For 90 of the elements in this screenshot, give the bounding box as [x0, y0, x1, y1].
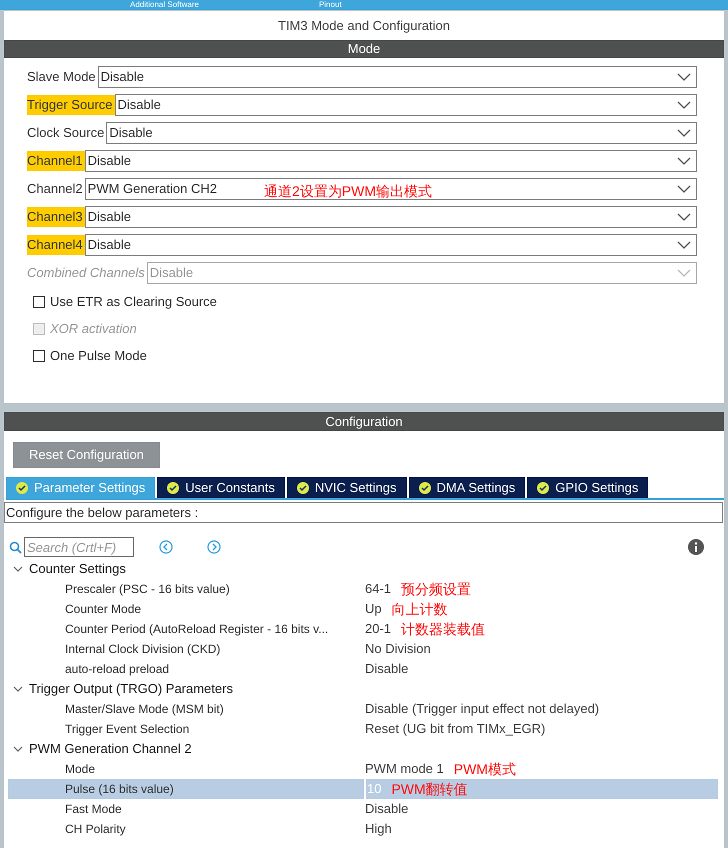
field-label: Channel3	[27, 207, 85, 227]
check-circle-icon	[167, 482, 180, 494]
checkbox-label: One Pulse Mode	[50, 346, 147, 365]
parameter-value: Disable	[364, 800, 408, 818]
parameter-row[interactable]: auto-reload preload Disable	[8, 659, 718, 679]
parameter-name: auto-reload preload	[64, 661, 170, 678]
chevron-down-icon	[677, 185, 691, 193]
chevron-down-icon	[13, 746, 23, 752]
field-label: Slave Mode	[27, 68, 97, 86]
dropdown[interactable]: Disable	[84, 234, 697, 256]
check-circle-icon	[296, 482, 309, 494]
dropdown[interactable]: Disable	[114, 94, 697, 116]
checkbox[interactable]	[33, 350, 45, 362]
parameter-value: 20-1	[364, 620, 392, 638]
search-icon	[9, 540, 22, 554]
section-header: Configuration	[4, 412, 724, 431]
parameter-value: Up	[364, 600, 382, 618]
annotation: 通道2设置为PWM输出模式	[264, 182, 432, 201]
parameter-name: Internal Clock Division (CKD)	[64, 641, 222, 658]
field-label: Combined Channels	[27, 264, 146, 282]
tree-group[interactable]: Counter Settings	[4, 559, 724, 579]
parameter-value: Reset (UG bit from TIMx_EGR)	[364, 720, 546, 738]
parameter-row[interactable]: Trigger Event Selection Reset (UG bit from TIMx_EGR)	[8, 719, 718, 739]
search-field[interactable]: Search (Crtl+F)	[24, 537, 134, 557]
field-label: Trigger Source	[27, 95, 114, 115]
parameter-name: Pulse (16 bits value)	[64, 781, 175, 798]
parameter-name: Counter Period (AutoReload Register - 16 bits v...	[64, 621, 330, 638]
parameter-value: 64-1	[364, 580, 392, 598]
check-circle-icon	[537, 482, 550, 494]
parameter-name: Prescaler (PSC - 16 bits value)	[64, 581, 231, 598]
parameter-row[interactable]: Counter Mode Up 向上计数	[8, 599, 718, 619]
dropdown[interactable]: Disable	[84, 150, 697, 172]
next-icon[interactable]	[207, 540, 221, 554]
checkbox[interactable]	[33, 296, 45, 308]
chevron-down-icon	[677, 73, 691, 81]
annotation: 向上计数	[392, 600, 448, 618]
annotation: 预分频设置	[401, 580, 472, 598]
description-field: Configure the below parameters :	[4, 502, 723, 523]
parameter-value: Disable (Trigger input effect not delayed)	[364, 700, 600, 718]
tab[interactable]: NVIC Settings	[286, 477, 407, 498]
tree-group[interactable]: PWM Generation Channel 2	[4, 739, 724, 759]
tab[interactable]: DMA Settings	[408, 477, 526, 498]
chevron-down-icon	[13, 686, 23, 692]
chevron-down-icon	[13, 566, 23, 572]
parameter-row[interactable]: CH Polarity High	[8, 819, 718, 839]
tree-group[interactable]: Trigger Output (TRGO) Parameters	[4, 679, 724, 699]
check-circle-icon	[418, 482, 431, 494]
parameter-name: Mode	[64, 761, 96, 778]
section-header: Mode	[4, 40, 724, 58]
field-label: Clock Source	[27, 124, 106, 142]
parameter-row[interactable]: Mode PWM mode 1 PWM模式	[8, 759, 718, 779]
parameter-value: 10	[364, 779, 382, 799]
parameter-row[interactable]: Prescaler (PSC - 16 bits value) 64-1 预分频设置	[8, 579, 718, 599]
parameter-value: PWM mode 1	[364, 760, 444, 778]
parameter-row[interactable]: Pulse (16 bits value) 10 PWM翻转值	[8, 779, 718, 799]
parameter-name: CH Polarity	[64, 821, 127, 838]
parameter-name: Fast Mode	[64, 801, 123, 818]
chevron-down-icon	[677, 157, 691, 165]
check-circle-icon	[16, 482, 28, 494]
checkbox-label: XOR activation	[50, 320, 137, 338]
parameter-name: Master/Slave Mode (MSM bit)	[64, 701, 225, 718]
parameter-value: High	[364, 820, 392, 838]
dropdown[interactable]: Disable	[84, 206, 697, 228]
chevron-down-icon	[677, 241, 691, 249]
parameter-row[interactable]: Master/Slave Mode (MSM bit) Disable (Trigger input effect not delayed)	[8, 699, 718, 719]
previous-icon[interactable]	[159, 540, 173, 554]
tab[interactable]: User Constants	[157, 477, 285, 498]
chevron-down-icon	[677, 269, 691, 277]
parameter-name: Trigger Event Selection	[64, 721, 190, 738]
parameter-row[interactable]: Fast Mode Disable	[8, 799, 718, 819]
field-label: Channel1	[27, 151, 85, 171]
dropdown[interactable]: Disable	[98, 66, 697, 88]
field-label: Channel4	[27, 235, 85, 255]
chevron-down-icon	[677, 213, 691, 221]
field-label: Channel2	[27, 180, 84, 198]
parameter-name: Counter Mode	[64, 601, 142, 618]
dropdown[interactable]: Disable	[106, 122, 697, 144]
tab[interactable]: GPIO Settings	[527, 477, 648, 498]
parameter-row[interactable]: Internal Clock Division (CKD) No Division	[8, 639, 718, 659]
panel-title: TIM3 Mode and Configuration	[277, 16, 451, 35]
chevron-down-icon	[677, 129, 691, 137]
checkbox-label: Use ETR as Clearing Source	[50, 292, 217, 311]
parameter-value: Disable	[364, 660, 408, 678]
annotation: PWM翻转值	[391, 780, 468, 798]
parameter-row[interactable]: Counter Period (AutoReload Register - 16 bits v... 20-1 计数器装载值	[8, 619, 718, 639]
parameter-value: No Division	[364, 640, 431, 658]
annotation: PWM模式	[454, 760, 516, 778]
chevron-down-icon	[677, 101, 691, 109]
annotation: 计数器装载值	[401, 620, 486, 638]
info-icon[interactable]	[688, 539, 704, 555]
